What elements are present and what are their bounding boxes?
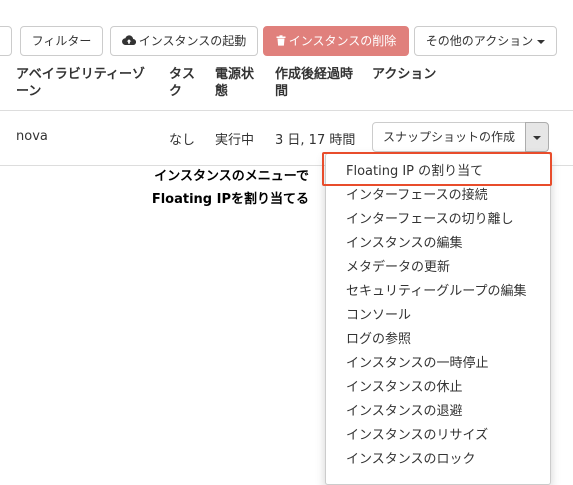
- menu-item-resize-instance[interactable]: インスタンスのリサイズ: [326, 424, 550, 448]
- cell-availability-zone: nova: [16, 129, 48, 144]
- cell-power-state: 実行中: [215, 133, 255, 148]
- header-divider: [0, 110, 573, 111]
- menu-item-attach-interface[interactable]: インターフェースの接続: [326, 184, 550, 208]
- delete-instances-button[interactable]: インスタンスの削除: [263, 26, 409, 56]
- toolbar-partial-button[interactable]: [0, 26, 12, 56]
- menu-item-console[interactable]: コンソール: [326, 304, 550, 328]
- annotation-highlight-box: [322, 152, 552, 186]
- menu-item-shelve-instance[interactable]: インスタンスの退避: [326, 400, 550, 424]
- trash-icon: [276, 28, 286, 56]
- annotation-line-1: インスタンスのメニューで: [154, 169, 309, 184]
- launch-instance-button[interactable]: インスタンスの起動: [110, 26, 258, 56]
- cloud-upload-icon: [121, 28, 136, 56]
- instance-actions-menu: Floating IP の割り当て インターフェースの接続 インターフェースの切…: [325, 153, 551, 485]
- more-actions-label: その他のアクション: [425, 34, 534, 48]
- menu-item-pause-instance[interactable]: インスタンスの一時停止: [326, 352, 550, 376]
- menu-item-lock-instance[interactable]: インスタンスのロック: [326, 448, 550, 472]
- launch-instance-label: インスタンスの起動: [138, 34, 247, 48]
- menu-item-detach-interface[interactable]: インターフェースの切り離し: [326, 208, 550, 232]
- column-header-actions: アクション: [372, 67, 437, 82]
- menu-item-view-log[interactable]: ログの参照: [326, 328, 550, 352]
- column-header-age[interactable]: 作成後経過時 間: [275, 66, 365, 100]
- column-header-availability-zone[interactable]: アベイラビリティーゾ ーン: [16, 66, 156, 100]
- cell-age: 3 日, 17 時間: [275, 133, 356, 148]
- column-header-power-state[interactable]: 電源状 態: [215, 66, 259, 100]
- caret-down-icon: [537, 39, 546, 44]
- delete-instances-label: インスタンスの削除: [288, 34, 397, 48]
- menu-item-suspend-instance[interactable]: インスタンスの休止: [326, 376, 550, 400]
- annotation-line-2: Floating IPを割り当てる: [151, 192, 309, 207]
- row-actions-toggle[interactable]: [525, 122, 549, 152]
- filter-button-label: フィルター: [31, 34, 92, 48]
- more-actions-dropdown[interactable]: その他のアクション: [414, 26, 557, 56]
- menu-item-edit-instance[interactable]: インスタンスの編集: [326, 232, 550, 256]
- create-snapshot-label: スナップショットの作成: [382, 130, 515, 144]
- cell-task: なし: [169, 133, 196, 148]
- column-header-task[interactable]: タス ク: [169, 66, 199, 100]
- caret-down-icon: [533, 135, 541, 140]
- menu-item-edit-security-groups[interactable]: セキュリティーグループの編集: [326, 280, 550, 304]
- menu-item-update-metadata[interactable]: メタデータの更新: [326, 256, 550, 280]
- create-snapshot-button[interactable]: スナップショットの作成: [372, 122, 526, 152]
- filter-button[interactable]: フィルター: [20, 26, 103, 56]
